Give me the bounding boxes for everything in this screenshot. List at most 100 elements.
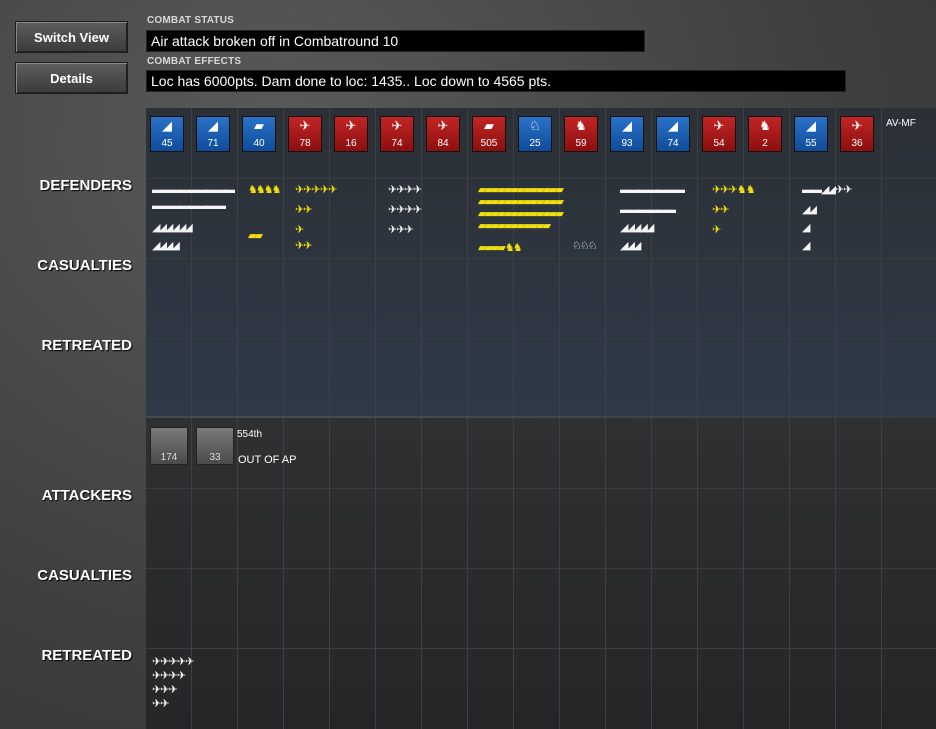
plane-icon: ✈ xyxy=(851,118,863,133)
defender-unit-counter[interactable]: ♘ 25 xyxy=(518,116,552,152)
details-button[interactable]: Details xyxy=(15,62,128,94)
defender-unit-counter[interactable]: ▰ 505 xyxy=(472,116,506,152)
unit-strength-value: 59 xyxy=(575,138,587,149)
attackers-label: ATTACKERS xyxy=(41,487,132,504)
unit-strength-value: 84 xyxy=(437,138,449,149)
infantry-icon: ♞ xyxy=(575,118,587,133)
plane-icon-group: ✈ ✈ xyxy=(295,240,312,252)
attacker-unit-value: 174 xyxy=(160,452,178,463)
tank-icon-group: ▰▰▰▰▰▰▰▰▰▰▰▰▰ xyxy=(478,208,564,220)
artillery-icon-group: ◢◢◢◢◢ xyxy=(620,222,654,234)
plane-icon-group: ✈ ✈ ✈ ✈ xyxy=(152,670,186,682)
unit-strength-value: 55 xyxy=(805,138,817,149)
cavalry-icon-group: ♘♘♘ xyxy=(572,240,598,252)
tank-icon: ▰ xyxy=(254,118,264,133)
unit-strength-value: 45 xyxy=(161,138,173,149)
artillery-icon: ◢ xyxy=(806,118,816,133)
attacker-retreated-label: RETREATED xyxy=(41,647,132,664)
infantry-icon-group: ♞♞♞♞ xyxy=(248,184,281,196)
unit-strength-value: 78 xyxy=(299,138,311,149)
defender-tail-label: AV-MF xyxy=(886,118,916,129)
truck-icon-group: ▬▬ ◢◢ ✈ ✈ xyxy=(802,184,853,196)
artillery-icon-group: ◢◢ xyxy=(802,204,817,216)
attacker-status: OUT OF AP xyxy=(238,454,297,466)
defender-unit-counter[interactable]: ✈ 84 xyxy=(426,116,460,152)
unit-strength-value: 2 xyxy=(762,138,768,149)
combat-effects-text: Loc has 6000pts. Dam done to loc: 1435..… xyxy=(146,70,846,92)
tank-icon-group: ▰▰ xyxy=(248,230,263,242)
attacker-casualties-label: CASUALTIES xyxy=(37,567,132,584)
artillery-icon: ◢ xyxy=(622,118,632,133)
tank-icon-group: ▰▰▰▰▰▰▰▰▰▰▰ xyxy=(478,220,551,232)
unit-strength-value: 74 xyxy=(667,138,679,149)
plane-icon-group: ✈ ✈ ✈ ✈ ✈ xyxy=(295,184,337,196)
artillery-icon-group: ◢◢◢◢◢◢ xyxy=(152,222,193,234)
defender-unit-counter[interactable]: ◢ 93 xyxy=(610,116,644,152)
unit-strength-value: 74 xyxy=(391,138,403,149)
plane-icon: ✈ xyxy=(299,118,311,133)
attacker-unit-counter[interactable]: 174 xyxy=(150,427,188,465)
unit-strength-value: 25 xyxy=(529,138,541,149)
defender-unit-counter[interactable]: ✈ 16 xyxy=(334,116,368,152)
artillery-icon-group: ◢ xyxy=(802,222,811,234)
defenders-label: DEFENDERS xyxy=(39,177,132,194)
plane-icon-group: ✈ ✈ ✈ xyxy=(388,224,414,236)
truck-icon-group: ▬▬▬▬▬▬ xyxy=(620,204,676,216)
artillery-icon-group: ◢◢◢◢ xyxy=(152,240,180,252)
unit-strength-value: 36 xyxy=(851,138,863,149)
combat-status-label: COMBAT STATUS xyxy=(147,15,235,26)
unit-strength-value: 93 xyxy=(621,138,633,149)
plane-icon-group: ✈ ✈ xyxy=(712,204,729,216)
unit-strength-value: 54 xyxy=(713,138,725,149)
plane-icon-group: ✈ ✈ ✈ ✈ xyxy=(388,184,422,196)
artillery-icon: ◢ xyxy=(208,118,218,133)
defenders-panel xyxy=(146,108,936,416)
defender-unit-counter[interactable]: ✈ 36 xyxy=(840,116,874,152)
defender-unit-counter[interactable]: ▰ 40 xyxy=(242,116,276,152)
attacker-name: 554th xyxy=(237,429,263,440)
combat-status-text: Air attack broken off in Combatround 10 xyxy=(146,30,645,52)
plane-icon-group: ✈ xyxy=(712,224,721,236)
truck-icon-group: ▬▬▬▬▬▬▬▬ xyxy=(152,200,226,212)
defender-unit-counter[interactable]: ◢ 45 xyxy=(150,116,184,152)
defender-unit-counter[interactable]: ✈ 78 xyxy=(288,116,322,152)
defender-unit-counter[interactable]: ◢ 55 xyxy=(794,116,828,152)
unit-strength-value: 16 xyxy=(345,138,357,149)
tank-icon-group: ▰▰▰▰ ♞♞ xyxy=(478,242,523,254)
artillery-icon: ◢ xyxy=(668,118,678,133)
tank-icon-group: ▰▰▰▰▰▰▰▰▰▰▰▰▰ xyxy=(478,196,564,208)
artillery-icon: ◢ xyxy=(162,118,172,133)
defender-unit-counter[interactable]: ◢ 71 xyxy=(196,116,230,152)
defender-unit-counter[interactable]: ♞ 59 xyxy=(564,116,598,152)
attacker-unit-counter[interactable]: 33 xyxy=(196,427,234,465)
plane-icon-group: ✈ ✈ ✈ xyxy=(152,684,178,696)
plane-icon-group: ✈ ✈ xyxy=(152,698,169,710)
defender-unit-counter[interactable]: ◢ 74 xyxy=(656,116,690,152)
artillery-icon-group: ◢ xyxy=(802,240,811,252)
defender-unit-counter[interactable]: ✈ 74 xyxy=(380,116,414,152)
cavalry-icon: ♘ xyxy=(529,118,541,133)
plane-icon: ✈ xyxy=(391,118,403,133)
tank-icon-group: ▰▰▰▰▰▰▰▰▰▰▰▰▰ xyxy=(478,184,564,196)
plane-icon: ✈ xyxy=(713,118,725,133)
plane-icon: ✈ xyxy=(437,118,449,133)
attacker-unit-value: 33 xyxy=(209,452,221,463)
combat-effects-label: COMBAT EFFECTS xyxy=(147,56,242,67)
unit-strength-value: 505 xyxy=(480,138,498,149)
plane-icon-group: ✈ ✈ ✈ ✈ xyxy=(388,204,422,216)
truck-icon-group: ▬▬▬▬▬▬▬ xyxy=(620,184,685,196)
infantry-icon: ♞ xyxy=(759,118,771,133)
defender-unit-counter[interactable]: ♞ 2 xyxy=(748,116,782,152)
plane-icon-group: ✈ ✈ xyxy=(295,204,312,216)
plane-icon: ✈ xyxy=(345,118,357,133)
plane-icon-group: ✈ xyxy=(295,224,304,236)
truck-icon-group: ▬▬▬▬▬▬▬▬▬ xyxy=(152,184,235,196)
plane-icon-group: ✈ ✈ ✈ ✈ ✈ xyxy=(152,656,194,668)
plane-icon-group: ✈ ✈ ✈ ♞ ♞ xyxy=(712,184,756,196)
defender-unit-counter[interactable]: ✈ 54 xyxy=(702,116,736,152)
artillery-icon-group: ◢◢◢ xyxy=(620,240,641,252)
unit-strength-value: 71 xyxy=(207,138,219,149)
tank-icon: ▰ xyxy=(484,118,494,133)
defender-casualties-label: CASUALTIES xyxy=(37,257,132,274)
switch-view-button[interactable]: Switch View xyxy=(15,21,128,53)
